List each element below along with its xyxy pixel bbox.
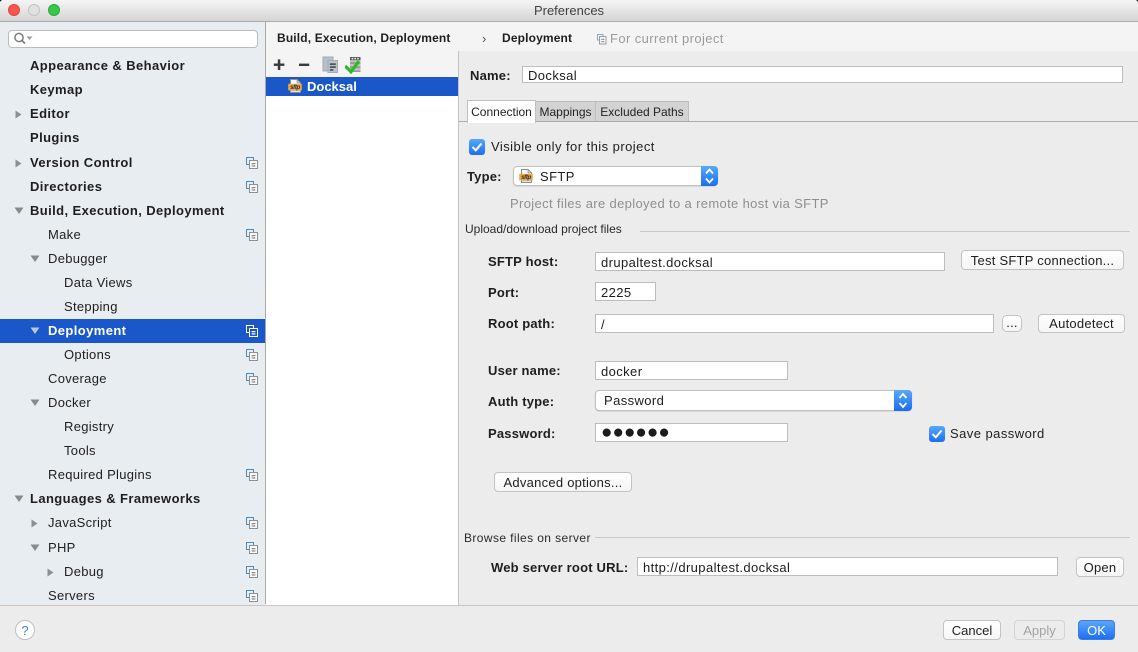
svg-text:sftp: sftp bbox=[521, 174, 531, 181]
svg-text:sftp: sftp bbox=[290, 84, 300, 91]
